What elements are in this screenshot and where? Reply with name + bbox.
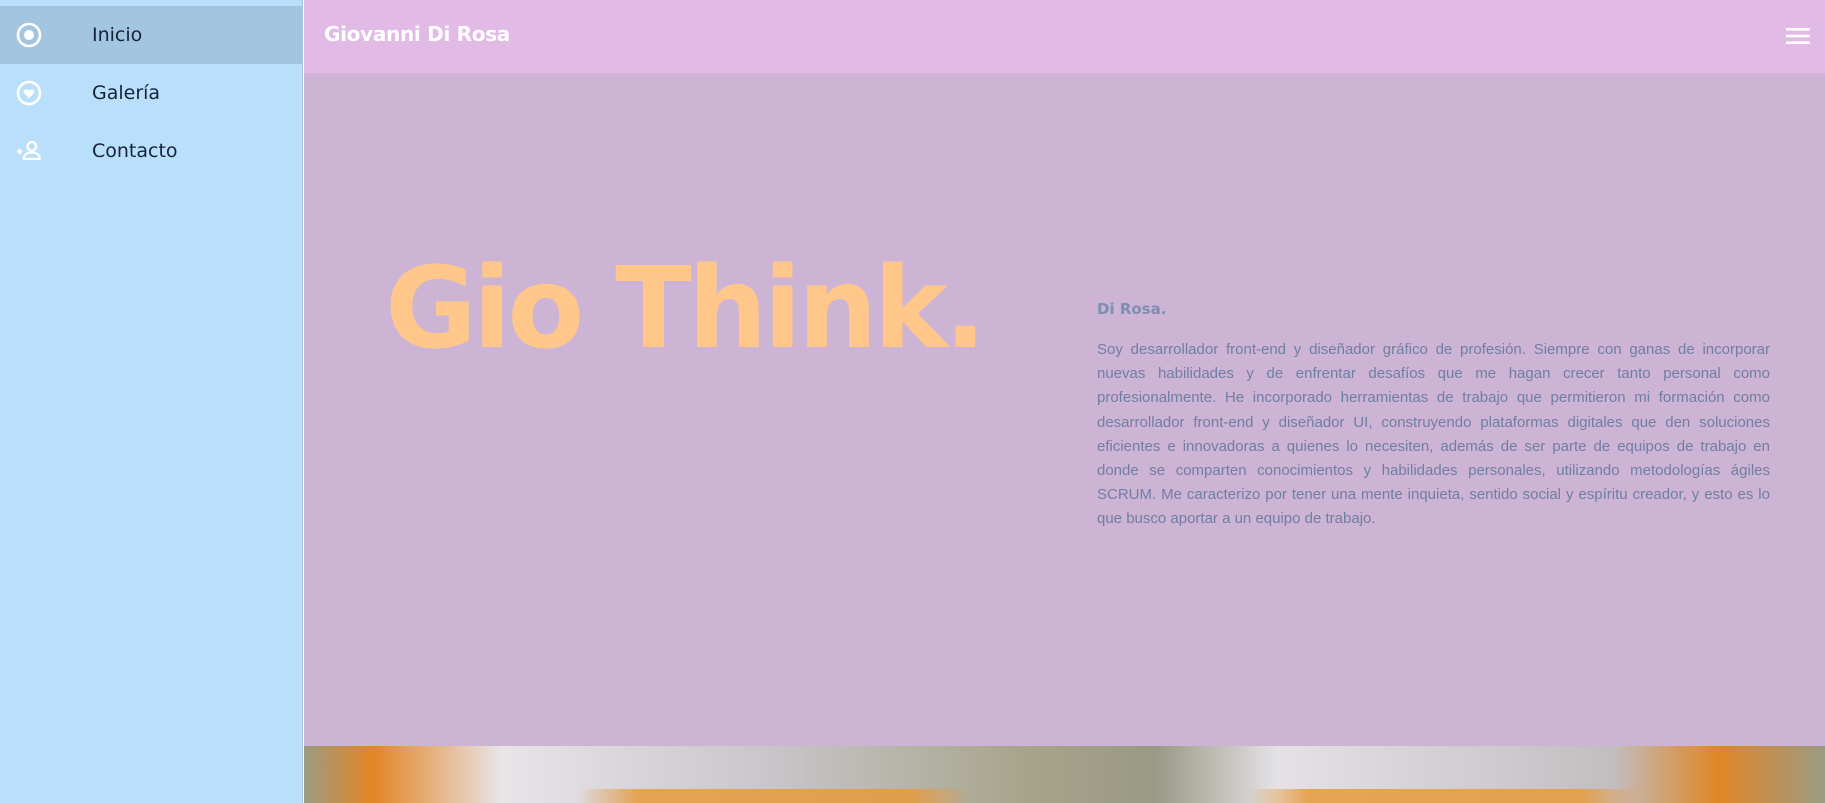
sidebar-item-galeria[interactable]: Galería [0,64,302,122]
top-app-bar: Giovanni Di Rosa [304,0,1825,73]
about-text: Soy desarrollador front-end y diseñador … [1097,341,1770,528]
sidebar-item-label: Contacto [92,140,178,162]
heart-circle-icon [15,79,43,107]
about-heading: Di Rosa. [1097,300,1167,318]
menu-icon[interactable] [1785,24,1811,48]
sidebar-item-label: Inicio [92,24,143,46]
person-add-icon [15,137,43,165]
hero-image [304,746,1825,803]
app-title: Giovanni Di Rosa [324,22,511,46]
main-content: Giovanni Di Rosa Gio Think. Di Rosa. Soy… [304,0,1825,803]
sidebar-item-inicio[interactable]: Inicio [0,6,302,64]
sidebar-nav: Inicio Galería Contacto [0,0,303,803]
sidebar-item-contacto[interactable]: Contacto [0,122,302,180]
sidebar-item-label: Galería [92,82,161,104]
radio-button-checked-icon [15,21,43,49]
hero-title: Gio Think. [385,244,987,374]
